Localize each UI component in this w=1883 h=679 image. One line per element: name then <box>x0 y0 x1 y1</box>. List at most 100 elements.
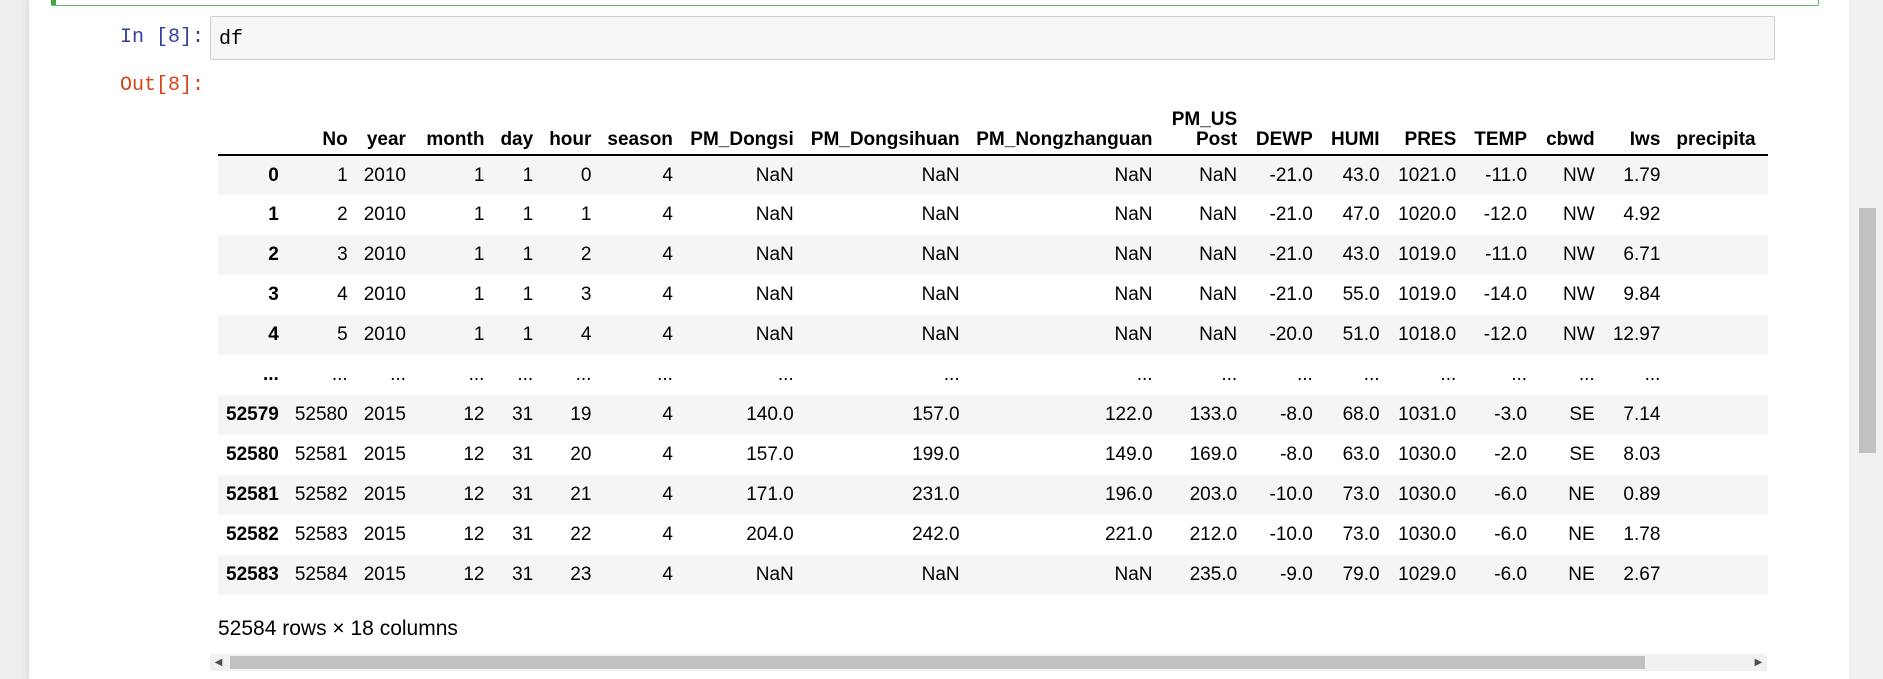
table-cell: 79.0 <box>1342 564 1380 585</box>
table-cell: 52582 <box>294 484 348 505</box>
table-cell <box>1668 355 1768 395</box>
table-cell: NaN <box>1114 204 1153 225</box>
code-text: df <box>219 28 244 51</box>
table-cell: 1 <box>522 204 534 225</box>
table-cell: ... <box>1136 364 1153 385</box>
table-cell <box>1668 395 1768 435</box>
table-cell: 204.0 <box>746 524 794 545</box>
column-header: day <box>492 90 542 156</box>
input-prompt: In [8]: <box>119 26 204 49</box>
index-header <box>218 90 287 156</box>
table-cell: -6.0 <box>1494 524 1528 545</box>
vertical-scrollbar[interactable] <box>1849 0 1883 679</box>
column-header: PM_Dongsihuan <box>801 90 968 156</box>
table-cell: -9.0 <box>1280 564 1313 585</box>
table-cell: NaN <box>1199 244 1238 265</box>
table-cell: 4 <box>662 404 673 425</box>
table-cell: NaN <box>921 204 960 225</box>
table-cell: 4 <box>662 204 673 225</box>
table-cell: 122.0 <box>1104 404 1153 425</box>
dataframe-shape-text: 52584 rows × 18 columns <box>218 617 458 640</box>
table-cell: 140.0 <box>746 404 794 425</box>
table-cell: 51.0 <box>1342 324 1380 345</box>
table-cell: 9.84 <box>1623 284 1661 305</box>
table-cell: 20 <box>570 444 592 465</box>
previous-cell-selected-border[interactable] <box>51 0 1819 6</box>
table-cell: 1 <box>473 324 485 345</box>
table-cell: 4 <box>580 324 592 345</box>
table-cell: 12 <box>463 404 485 425</box>
table-cell: 4 <box>662 324 673 345</box>
table-cell: 7.14 <box>1623 404 1661 425</box>
column-header: hour <box>541 90 600 156</box>
table-cell <box>1668 435 1768 475</box>
row-index-cell: 52579 <box>226 404 279 425</box>
row-index-cell: 1 <box>268 204 279 225</box>
table-cell: 212.0 <box>1189 524 1238 545</box>
table-cell: 2010 <box>363 324 406 345</box>
column-header: month <box>413 90 493 156</box>
table-cell: ... <box>331 364 348 385</box>
table-cell <box>1668 155 1768 195</box>
table-row: 52583 52584 2015 12 31 23 4 NaN NaN NaN 235.0 -9.0 7… <box>218 555 1768 595</box>
table-cell: ... <box>777 364 794 385</box>
table-cell: -6.0 <box>1494 564 1528 585</box>
table-cell: NaN <box>1199 284 1238 305</box>
table-cell: 2015 <box>363 564 406 585</box>
table-cell: ... <box>1511 364 1528 385</box>
table-cell: 157.0 <box>912 404 960 425</box>
row-index-cell: 0 <box>268 164 279 186</box>
row-index-cell: 4 <box>268 324 279 345</box>
horizontal-scrollbar[interactable]: ◀ ▶ <box>210 654 1767 671</box>
row-index-cell: 3 <box>268 284 279 305</box>
table-row: 52581 52582 2015 12 31 21 4 171.0 231.0 196.0 203.… <box>218 475 1768 515</box>
table-cell: 4 <box>662 284 673 305</box>
table-cell: ... <box>1440 364 1457 385</box>
table-cell: ... <box>517 364 534 385</box>
table-cell: 1 <box>473 204 485 225</box>
scroll-right-arrow-icon[interactable]: ▶ <box>1750 654 1767 671</box>
scroll-left-arrow-icon[interactable]: ◀ <box>210 654 227 671</box>
table-cell: 2015 <box>363 404 406 425</box>
table-cell: NaN <box>1114 244 1153 265</box>
vertical-scrollbar-thumb[interactable] <box>1859 208 1876 453</box>
row-index-cell: 52583 <box>226 564 279 585</box>
table-cell: 203.0 <box>1189 484 1238 505</box>
horizontal-scrollbar-thumb[interactable] <box>230 656 1645 669</box>
table-cell: -21.0 <box>1269 244 1313 265</box>
column-header: Iws <box>1602 90 1669 156</box>
table-cell: NaN <box>755 324 794 345</box>
table-cell: 43.0 <box>1342 244 1380 265</box>
table-cell: 2010 <box>363 284 406 305</box>
table-cell: 12 <box>463 444 485 465</box>
table-row: 4 5 2010 1 1 4 4 NaN NaN NaN NaN -20.0 51.0 1018.0 -12… <box>218 315 1768 355</box>
table-row: 52582 52583 2015 12 31 22 4 204.0 242.0 221.0 212.… <box>218 515 1768 555</box>
table-row: 52580 52581 2015 12 31 20 4 157.0 199.0 149.0 169.… <box>218 435 1768 475</box>
table-cell: 4 <box>662 484 673 505</box>
table-cell: 22 <box>570 524 592 545</box>
table-row: 1 2 2010 1 1 1 4 NaN NaN NaN NaN -21.0 47.0 1020.0 -12… <box>218 195 1768 235</box>
table-cell: -3.0 <box>1494 404 1528 425</box>
table-cell: NW <box>1563 204 1595 225</box>
table-cell: 1019.0 <box>1398 244 1457 265</box>
table-cell: -21.0 <box>1269 204 1313 225</box>
table-cell: 1 <box>473 244 485 265</box>
table-cell: 3 <box>580 284 592 305</box>
table-cell: NaN <box>921 324 960 345</box>
table-cell: 2010 <box>363 204 406 225</box>
table-cell: 21 <box>570 484 592 505</box>
table-cell: NaN <box>755 164 794 186</box>
column-header: PM_US Post <box>1160 90 1246 156</box>
table-cell: -11.0 <box>1485 164 1528 186</box>
table-cell: NaN <box>921 284 960 305</box>
table-cell: 68.0 <box>1342 404 1380 425</box>
table-cell: 1 <box>522 164 534 186</box>
table-row: 52579 52580 2015 12 31 19 4 140.0 157.0 122.0 133.… <box>218 395 1768 435</box>
table-cell: ... <box>1644 364 1661 385</box>
table-cell: -20.0 <box>1269 324 1313 345</box>
table-cell: NW <box>1563 244 1595 265</box>
table-cell: NaN <box>1114 164 1153 186</box>
table-cell: NaN <box>1199 324 1238 345</box>
table-cell: 63.0 <box>1342 444 1380 465</box>
code-input-area[interactable]: df <box>210 16 1775 60</box>
